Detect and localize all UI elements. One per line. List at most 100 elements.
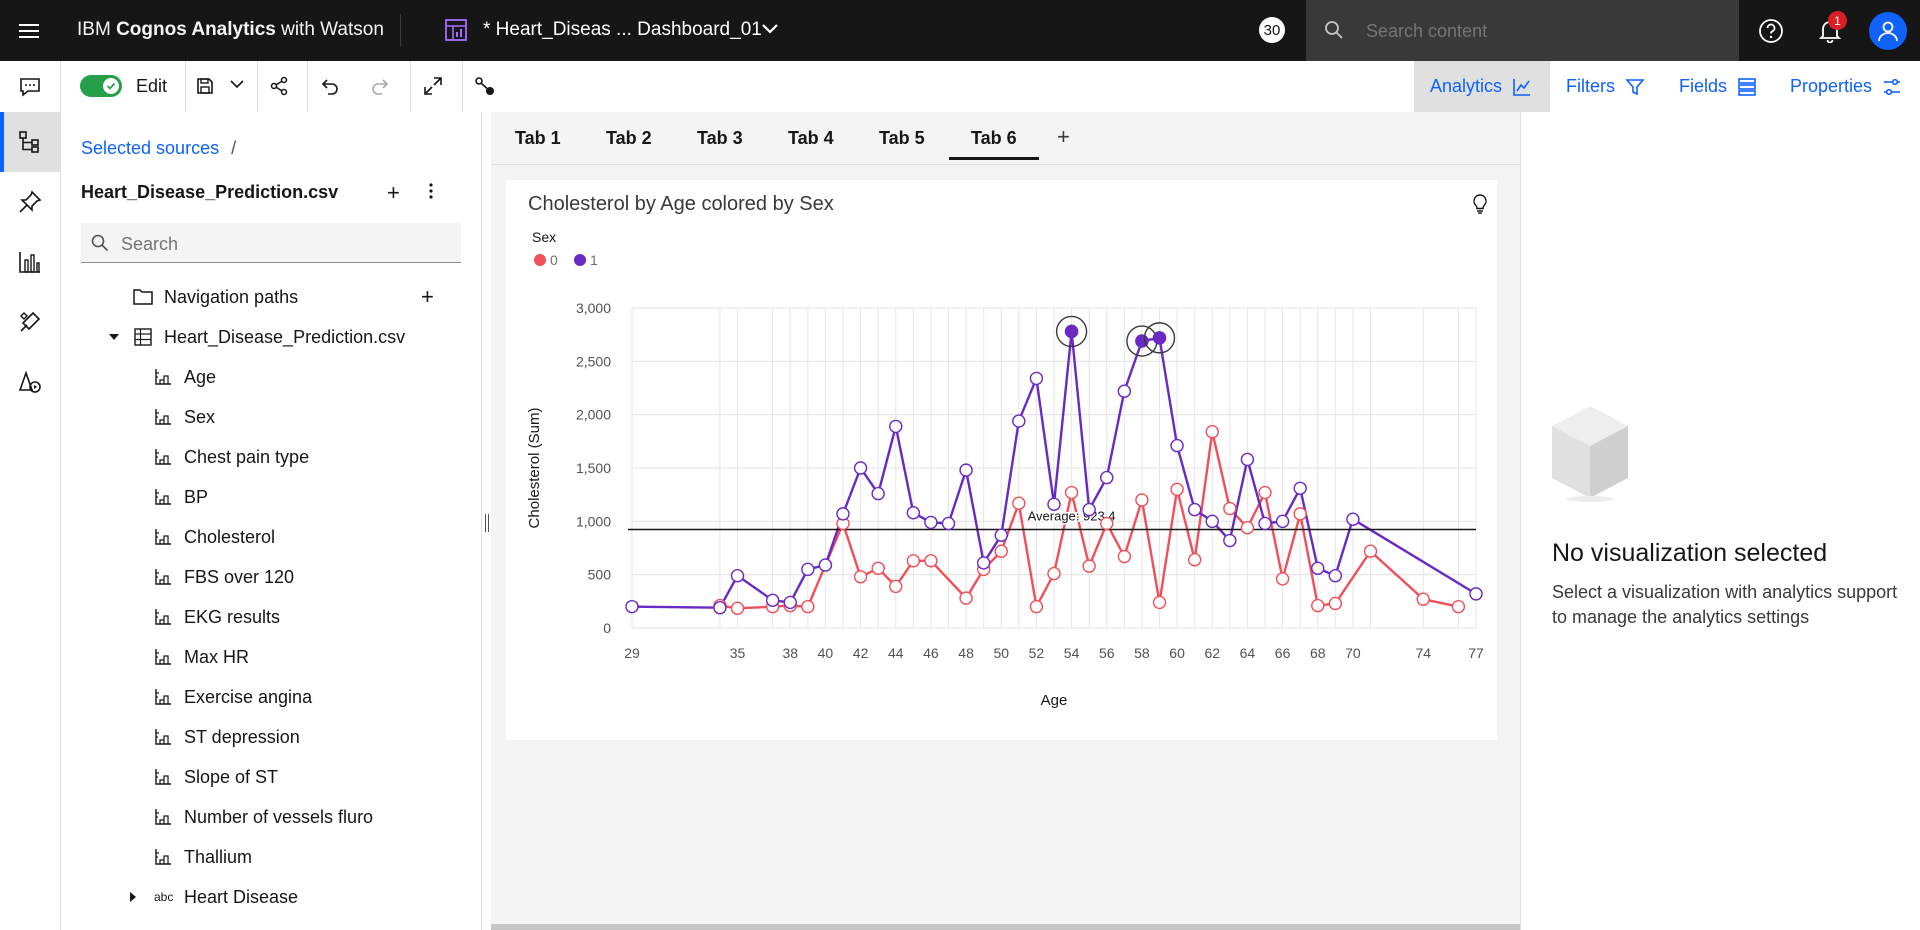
data-point-0 <box>1187 553 1202 567</box>
tree-item-field[interactable]: Thallium <box>61 837 481 877</box>
empty-state-title: No visualization selected <box>1552 539 1828 567</box>
tree-item-label: Cholesterol <box>184 526 276 547</box>
data-point-0 <box>1311 598 1325 613</box>
x-tick-label: 74 <box>1415 645 1431 661</box>
breadcrumb-selected-sources[interactable]: Selected sources <box>81 138 219 158</box>
tree-item-field[interactable]: Number of vessels fluro <box>61 797 481 837</box>
data-point-0 <box>959 591 973 605</box>
chevron-down-icon[interactable] <box>761 20 779 38</box>
data-point-1 <box>924 515 938 530</box>
tab-properties[interactable]: Properties <box>1774 61 1914 112</box>
splitter-grip[interactable] <box>485 514 489 532</box>
overflow-menu-icon[interactable] <box>429 182 433 200</box>
checkmark-icon <box>103 78 119 94</box>
tree-item-label: Thallium <box>184 846 253 867</box>
data-point-1 <box>994 528 1008 542</box>
tree-item-field[interactable]: Age <box>61 357 481 397</box>
tree-item-label: Heart_Disease_Prediction.csv <box>164 326 406 347</box>
tree-item-field[interactable]: BP <box>61 477 481 517</box>
tree-item-label: Navigation paths <box>164 286 299 307</box>
app-title[interactable]: IBM Cognos Analytics with Watson <box>77 19 384 41</box>
tab-3[interactable]: Tab 3 <box>697 128 743 149</box>
legend-marker <box>574 254 586 266</box>
data-point-1 <box>853 461 868 475</box>
data-point-1 <box>765 593 780 607</box>
chevron-down-icon[interactable] <box>229 76 245 92</box>
data-point-0 <box>801 599 815 614</box>
measure-icon <box>154 608 172 626</box>
y-tick-label: 3,000 <box>576 300 611 316</box>
tree-item-table[interactable]: Heart_Disease_Prediction.csv <box>61 317 481 357</box>
comment-icon[interactable] <box>19 76 41 98</box>
tab-4[interactable]: Tab 4 <box>788 128 834 149</box>
add-source-button[interactable]: + <box>387 180 400 206</box>
tab-2[interactable]: Tab 2 <box>606 128 652 149</box>
data-point-1 <box>906 506 921 520</box>
help-icon[interactable] <box>1758 18 1784 44</box>
tree-item-navigation-paths[interactable]: Navigation paths + <box>61 277 481 317</box>
assistant-icon[interactable] <box>0 352 60 412</box>
tree-item-field[interactable]: Chest pain type <box>61 437 481 477</box>
dashboard-name[interactable]: * Heart_Diseas ... Dashboard_01 <box>483 19 762 41</box>
tab-5[interactable]: Tab 5 <box>879 128 925 149</box>
tab-analytics[interactable]: Analytics <box>1414 61 1550 112</box>
tree-item-field[interactable]: EKG results <box>61 597 481 637</box>
tree-item-field[interactable]: Exercise angina <box>61 677 481 717</box>
tab-6[interactable]: Tab 6 <box>949 128 1039 160</box>
add-navigation-path-button[interactable]: + <box>421 284 434 310</box>
search-icon <box>1324 20 1344 40</box>
expand-icon[interactable] <box>423 76 443 96</box>
tree-item-label: Sex <box>184 406 216 427</box>
x-tick-label: 46 <box>923 645 939 661</box>
canvas-scrollbar[interactable] <box>491 924 1520 930</box>
undo-icon[interactable] <box>320 76 340 96</box>
connect-icon[interactable] <box>474 76 496 98</box>
save-icon[interactable] <box>195 76 215 96</box>
search-input[interactable] <box>1364 14 1718 49</box>
tree-item-field[interactable]: FBS over 120 <box>61 557 481 597</box>
tree-item-label: Number of vessels fluro <box>184 806 374 827</box>
tab-1[interactable]: Tab 1 <box>515 128 561 149</box>
search-bar[interactable] <box>1306 0 1739 61</box>
y-tick-label: 2,500 <box>576 353 611 369</box>
divider <box>257 61 258 112</box>
add-tab-button[interactable]: + <box>1057 124 1070 150</box>
caret-down-icon[interactable] <box>108 331 120 343</box>
caret-right-icon[interactable] <box>128 891 138 903</box>
share-icon[interactable] <box>269 76 289 96</box>
tree-item-field[interactable]: ST depression <box>61 717 481 757</box>
data-point-0 <box>1416 592 1430 606</box>
assets-icon[interactable] <box>0 292 60 352</box>
tree-item-field[interactable]: Slope of ST <box>61 757 481 797</box>
counter-badge[interactable]: 30 <box>1259 17 1285 43</box>
data-point-0 <box>889 579 903 594</box>
tree-item-field[interactable]: Sex <box>61 397 481 437</box>
visualizations-icon[interactable] <box>0 232 60 292</box>
y-axis-title: Cholesterol (Sum) <box>526 408 543 529</box>
edit-label: Edit <box>136 76 168 96</box>
source-search-input[interactable] <box>119 229 453 259</box>
measure-icon <box>154 488 172 506</box>
tree-item-field[interactable]: Max HR <box>61 637 481 677</box>
tree-item-field[interactable]: Cholesterol <box>61 517 481 557</box>
tab-bar: + Tab 1 Tab 2 Tab 3 Tab 4 Tab 5 Tab 6 <box>491 112 1520 165</box>
pin-icon[interactable] <box>0 172 60 232</box>
tab-fields[interactable]: Fields <box>1663 61 1773 112</box>
data-sources-icon[interactable] <box>0 112 60 172</box>
tree-item-heart-disease[interactable]: abc Heart Disease <box>61 877 481 917</box>
edit-toggle[interactable] <box>80 75 122 97</box>
tree-item-label: EKG results <box>184 606 281 627</box>
tab-filters[interactable]: Filters <box>1550 61 1660 112</box>
data-point-1 <box>1223 533 1237 548</box>
x-tick-label: 42 <box>853 645 869 661</box>
dashboard-canvas: + Tab 1 Tab 2 Tab 3 Tab 4 Tab 5 Tab 6 Cholest… <box>491 112 1520 930</box>
data-point-0 <box>1293 507 1307 521</box>
empty-box-icon <box>1550 404 1630 502</box>
line-chart[interactable]: Sex 0 1 0 500 1,000 1,500 2,000 2,500 3,000 29 35 38… <box>506 180 1497 740</box>
data-point-0 <box>1117 549 1132 564</box>
source-search[interactable] <box>81 223 461 263</box>
user-avatar-icon[interactable] <box>1869 12 1907 50</box>
chart-widget[interactable]: Cholesterol by Age colored by Sex Sex 0 1 0… <box>506 180 1497 740</box>
menu-icon[interactable] <box>14 16 43 45</box>
redo-icon[interactable] <box>370 76 390 96</box>
